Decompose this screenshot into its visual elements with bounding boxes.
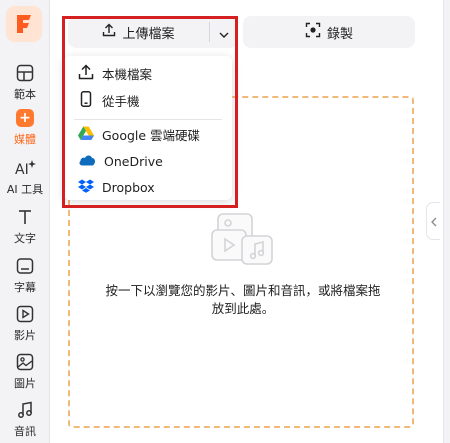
- menu-item-label: OneDrive: [104, 153, 163, 169]
- sidebar-item-label: 媒體: [14, 133, 36, 146]
- ai-sparkle-icon: AI: [14, 157, 36, 179]
- upload-dropdown-toggle[interactable]: [210, 16, 238, 48]
- chevron-left-icon: [430, 212, 437, 231]
- sidebar-item-label: 範本: [14, 88, 36, 101]
- sidebar-item-text[interactable]: 文字: [0, 206, 50, 250]
- upload-icon: [78, 63, 94, 83]
- record-label: 錄製: [326, 26, 353, 42]
- sidebar-item-video[interactable]: 影片: [0, 303, 50, 347]
- sidebar-item-label: 影片: [14, 329, 36, 342]
- sidebar-item-label: AI 工具: [6, 183, 44, 196]
- sidebar-item-media[interactable]: + 媒體: [0, 107, 50, 151]
- video-play-icon: [14, 303, 36, 325]
- upload-files-button[interactable]: 上傳檔案: [68, 16, 209, 48]
- left-rail: 範本 + 媒體 AI AI 工具 文字 字幕 影片 圖片 音訊: [0, 0, 50, 443]
- menu-item-local-files[interactable]: 本機檔案: [64, 60, 232, 86]
- sidebar-item-label: 字幕: [14, 281, 36, 294]
- app-logo[interactable]: [6, 6, 42, 42]
- upload-split-button: 上傳檔案: [68, 16, 238, 48]
- upload-files-label: 上傳檔案: [122, 26, 175, 42]
- google-drive-icon: [78, 126, 94, 143]
- layout-icon: [14, 62, 36, 84]
- menu-item-label: 本機檔案: [102, 66, 153, 82]
- collapse-panel-toggle[interactable]: [426, 202, 440, 240]
- sidebar-item-ai-tools[interactable]: AI AI 工具: [0, 157, 50, 201]
- upload-source-menu: 本機檔案 從手機 Google 雲端硬碟 OneDrive Dropbox: [64, 56, 232, 200]
- right-panel-edge: [443, 0, 450, 443]
- sidebar-item-images[interactable]: 圖片: [0, 351, 50, 395]
- phone-icon: [78, 90, 94, 110]
- menu-divider: [74, 119, 222, 120]
- dropzone-text-line1: 按一下以瀏覽您的影片、圖片和音訊，或將檔案拖: [105, 283, 381, 298]
- menu-item-from-phone[interactable]: 從手機: [64, 87, 232, 113]
- dropzone-instructions: 按一下以瀏覽您的影片、圖片和音訊，或將檔案拖 放到此處。: [80, 282, 406, 318]
- music-note-icon: [14, 399, 36, 421]
- sidebar-item-label: 音訊: [14, 425, 36, 438]
- text-icon: [14, 206, 36, 228]
- media-files-illustration-icon: [208, 210, 278, 272]
- sidebar-item-label: 圖片: [14, 377, 36, 390]
- logo-f-icon: [17, 15, 31, 33]
- record-button[interactable]: 錄製: [243, 16, 415, 48]
- svg-text:AI: AI: [15, 162, 29, 178]
- dropzone-text-line2: 放到此處。: [211, 301, 275, 316]
- menu-item-onedrive[interactable]: OneDrive: [64, 148, 232, 174]
- onedrive-icon: [78, 154, 96, 169]
- menu-item-dropbox[interactable]: Dropbox: [64, 174, 232, 200]
- record-icon: [305, 22, 321, 42]
- menu-item-label: Dropbox: [102, 179, 155, 195]
- image-icon: [14, 351, 36, 373]
- upload-icon: [102, 23, 116, 41]
- sidebar-item-audio[interactable]: 音訊: [0, 399, 50, 443]
- sidebar-item-label: 文字: [14, 232, 36, 245]
- menu-item-google-drive[interactable]: Google 雲端硬碟: [64, 121, 232, 147]
- dropbox-icon: [78, 179, 94, 196]
- menu-item-label: 從手機: [102, 93, 140, 109]
- menu-item-label: Google 雲端硬碟: [102, 127, 201, 143]
- chevron-down-icon: [219, 23, 229, 42]
- sidebar-item-subtitles[interactable]: 字幕: [0, 255, 50, 299]
- sidebar-item-templates[interactable]: 範本: [0, 62, 50, 106]
- media-plus-icon: +: [14, 107, 36, 129]
- subtitle-icon: [14, 255, 36, 277]
